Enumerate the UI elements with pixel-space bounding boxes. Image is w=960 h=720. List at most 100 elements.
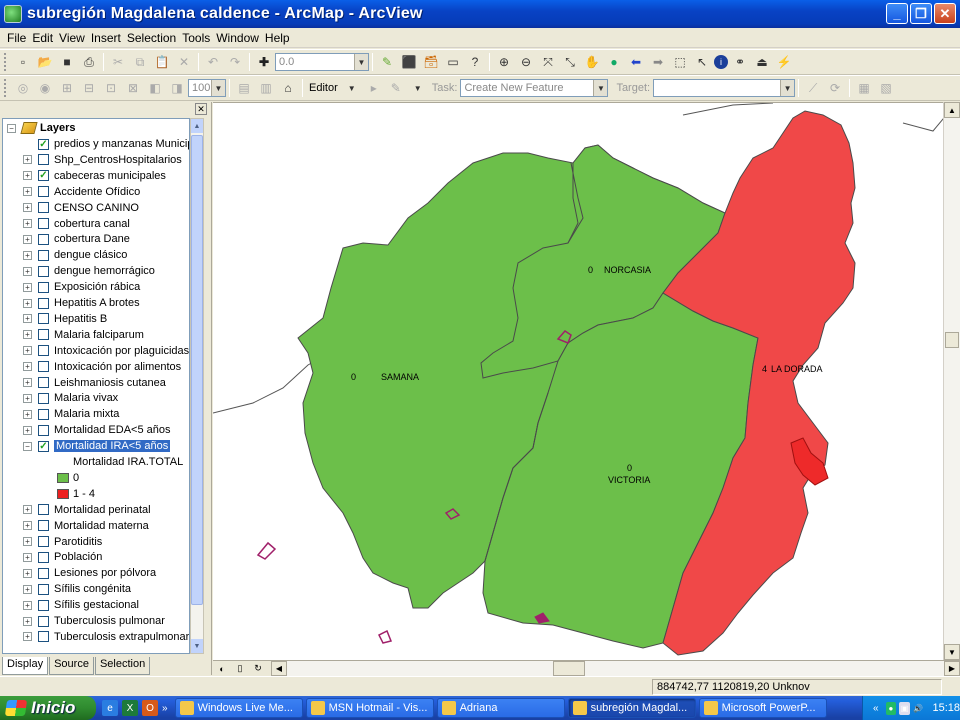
model-icon[interactable]: ▭ xyxy=(443,52,463,72)
sketch-tool-icon[interactable]: ✎ xyxy=(386,78,406,98)
data-view-icon[interactable]: ◐ xyxy=(215,662,229,676)
layer-visibility-checkbox[interactable] xyxy=(38,392,49,404)
layer-name[interactable]: Intoxicación por alimentos xyxy=(54,361,181,373)
zoom-100-icon[interactable]: ⊞ xyxy=(57,78,77,98)
close-icon[interactable]: ✕ xyxy=(195,103,207,115)
menu-edit[interactable]: Edit xyxy=(29,31,56,45)
zoom-previous-icon[interactable]: ⊠ xyxy=(123,78,143,98)
layer-row[interactable]: + Tuberculosis extrapulmonar xyxy=(23,629,189,645)
expand-icon[interactable]: + xyxy=(23,282,32,292)
layer-name[interactable]: Shp_CentrosHospitalarios xyxy=(54,154,182,166)
layer-row[interactable]: + Malaria mixta xyxy=(23,406,119,422)
map-scale-combo[interactable]: 0.0 ▼ xyxy=(275,53,369,71)
layer-name[interactable]: cobertura Dane xyxy=(54,233,130,245)
dropdown-arrow-icon[interactable]: ▼ xyxy=(780,80,795,96)
layer-visibility-checkbox[interactable] xyxy=(38,329,49,341)
layer-visibility-checkbox[interactable] xyxy=(38,567,49,579)
layout-pan-icon[interactable]: ⊡ xyxy=(101,78,121,98)
layer-visibility-checkbox[interactable] xyxy=(38,520,49,532)
undo-icon[interactable]: ↶ xyxy=(203,52,223,72)
forward-extent-icon[interactable]: ◨ xyxy=(167,78,187,98)
paste-icon[interactable]: 📋 xyxy=(152,52,172,72)
collapse-icon[interactable]: − xyxy=(23,441,32,451)
zoom-out-fixed-icon[interactable]: ⊟ xyxy=(79,78,99,98)
layer-name[interactable]: Mortalidad IRA<5 años xyxy=(54,440,171,453)
layer-row[interactable]: ✓ predios y manzanas Municip xyxy=(23,136,189,152)
legend-class[interactable]: 1 - 4 xyxy=(57,486,95,502)
back-extent-icon[interactable]: ◧ xyxy=(145,78,165,98)
sketch-properties-icon[interactable]: ▧ xyxy=(876,78,896,98)
scroll-thumb[interactable] xyxy=(945,332,959,348)
layer-row[interactable]: + Hepatitis A brotes xyxy=(23,295,140,311)
layer-name[interactable]: Mortalidad EDA<5 años xyxy=(54,424,170,436)
expand-icon[interactable]: + xyxy=(23,187,32,197)
editor-toolbar-icon[interactable]: ✎ xyxy=(377,52,397,72)
taskbar-button[interactable]: subregión Magdal... xyxy=(567,698,696,718)
scroll-down-icon[interactable]: ▼ xyxy=(944,644,960,660)
outlook-icon[interactable]: O xyxy=(142,700,158,716)
scroll-right-icon[interactable]: ▶ xyxy=(944,660,960,676)
layer-visibility-checkbox[interactable] xyxy=(38,202,49,214)
taskbar-button[interactable]: Windows Live Me... xyxy=(174,698,303,718)
expand-icon[interactable]: + xyxy=(23,632,32,642)
expand-icon[interactable]: + xyxy=(23,409,32,419)
layer-row[interactable]: + Mortalidad perinatal xyxy=(23,502,151,518)
layer-visibility-checkbox[interactable]: ✓ xyxy=(38,170,49,182)
layer-row[interactable]: + Exposición rábica xyxy=(23,279,140,295)
arctoolbox-icon[interactable]: ⬛ xyxy=(399,52,419,72)
menu-insert[interactable]: Insert xyxy=(88,31,124,45)
expand-icon[interactable]: + xyxy=(23,219,32,228)
layout-zoom-combo[interactable]: 100 ▼ xyxy=(188,79,226,97)
layer-visibility-checkbox[interactable] xyxy=(38,424,49,436)
expand-icon[interactable]: + xyxy=(23,393,32,403)
layer-row[interactable]: + Tuberculosis pulmonar xyxy=(23,613,165,629)
layer-name[interactable]: Sífilis gestacional xyxy=(54,599,139,611)
zoom-whole-page-icon[interactable]: ◎ xyxy=(13,78,33,98)
layer-visibility-checkbox[interactable] xyxy=(38,154,49,166)
whats-this-icon[interactable]: ? xyxy=(465,52,485,72)
layer-row[interactable]: − ✓ Mortalidad IRA<5 años xyxy=(23,438,171,454)
expand-icon[interactable]: + xyxy=(23,584,32,594)
expand-icon[interactable]: + xyxy=(23,330,32,340)
tab-selection[interactable]: Selection xyxy=(94,657,151,675)
refresh-icon[interactable]: ↻ xyxy=(251,662,265,676)
expand-icon[interactable]: + xyxy=(23,266,32,276)
layer-visibility-checkbox[interactable] xyxy=(38,233,49,245)
layer-name[interactable]: cabeceras municipales xyxy=(54,170,166,182)
layer-name[interactable]: Malaria falciparum xyxy=(54,329,144,341)
editor-dropdown-icon[interactable]: ▼ xyxy=(342,78,362,98)
layer-name[interactable]: Malaria mixta xyxy=(54,408,119,420)
full-extent-globe-icon[interactable]: ● xyxy=(604,52,624,72)
menu-window[interactable]: Window xyxy=(213,31,262,45)
layers-root[interactable]: − Layers xyxy=(7,120,75,136)
layer-row[interactable]: + Accidente Ofídico xyxy=(23,184,140,200)
layer-row[interactable]: + Malaria vivax xyxy=(23,390,118,406)
task-combo[interactable]: Create New Feature ▼ xyxy=(460,79,609,97)
back-arrow-icon[interactable]: ⬅ xyxy=(626,52,646,72)
layer-name[interactable]: Intoxicación por plaguicidas xyxy=(54,345,189,357)
dropdown-arrow-icon[interactable]: ▼ xyxy=(211,80,225,96)
zoom-out-icon[interactable]: ⊖ xyxy=(516,52,536,72)
layer-visibility-checkbox[interactable] xyxy=(38,377,49,388)
measure-icon[interactable]: ⏏ xyxy=(752,52,772,72)
layer-name[interactable]: Mortalidad materna xyxy=(54,520,149,532)
layer-row[interactable]: + Leishmaniosis cutanea xyxy=(23,375,166,391)
rotate-tool-icon[interactable]: ⟳ xyxy=(825,78,845,98)
collapse-icon[interactable]: − xyxy=(7,123,16,133)
fixed-zoom-in-icon[interactable]: ⤧ xyxy=(538,52,558,72)
layer-visibility-checkbox[interactable] xyxy=(38,551,49,563)
internet-explorer-icon[interactable]: e xyxy=(102,700,118,716)
split-tool-icon[interactable]: ⟋ xyxy=(803,78,823,98)
scroll-up-icon[interactable]: ▲ xyxy=(191,119,203,133)
scroll-left-icon[interactable]: ◀ xyxy=(271,660,287,676)
expand-icon[interactable]: + xyxy=(23,203,32,213)
layer-name[interactable]: Tuberculosis extrapulmonar xyxy=(54,631,189,643)
layer-row[interactable]: + Mortalidad EDA<5 años xyxy=(23,422,170,438)
menu-file[interactable]: File xyxy=(4,31,29,45)
toolbar-grip[interactable] xyxy=(4,79,8,97)
layer-visibility-checkbox[interactable] xyxy=(38,345,49,357)
layer-name[interactable]: Leishmaniosis cutanea xyxy=(54,377,166,389)
expand-icon[interactable]: + xyxy=(23,521,32,531)
layer-row[interactable]: + Mortalidad materna xyxy=(23,518,149,534)
layer-row[interactable]: + dengue hemorrágico xyxy=(23,263,155,279)
